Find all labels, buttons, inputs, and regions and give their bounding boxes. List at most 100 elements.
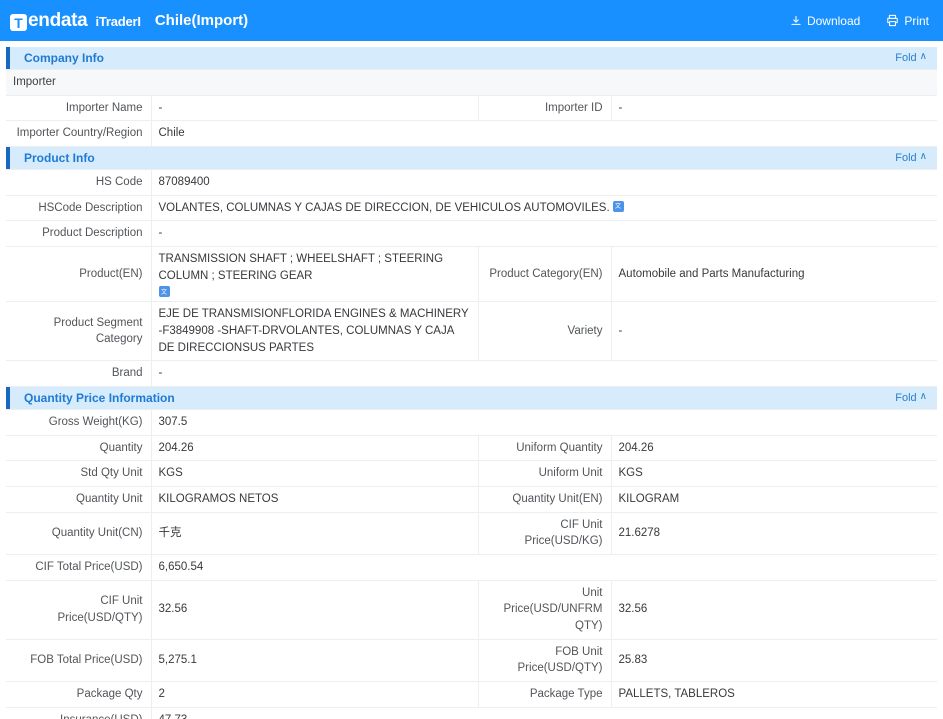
table-row: Quantity Unit KILOGRAMOS NETOS Quantity Un…	[6, 486, 938, 513]
field-label: Uniform Quantity	[478, 435, 612, 462]
download-button[interactable]: Download	[790, 14, 860, 28]
field-value-text: 25.83	[618, 654, 648, 667]
field-value-text: 2	[158, 688, 165, 701]
field-value: -	[151, 220, 937, 248]
field-value-text: -	[158, 101, 163, 114]
field-label: Package Type	[478, 681, 612, 708]
field-value: 千克	[151, 512, 479, 556]
field-label: Product Segment Category	[6, 301, 152, 362]
table-row: HSCode Description VOLANTES, COLUMNAS Y C…	[6, 195, 937, 222]
table-row: Std Qty Unit KGS Uniform Unit KGS	[6, 460, 938, 488]
field-value: 204.26	[151, 435, 479, 462]
field-value-text: EJE DE TRANSMISIONFLORIDA ENGINES & MACH…	[158, 308, 469, 354]
field-label: HS Code	[6, 169, 152, 196]
field-label: CIF Unit Price(USD/QTY)	[6, 580, 152, 640]
detail-page: Company Info Fold ∧ Importer Importer Name - I…	[0, 41, 943, 719]
field-value: 5,275.1	[151, 639, 479, 683]
field-value: -	[151, 360, 937, 388]
field-label: Uniform Unit	[478, 460, 612, 488]
field-label: HSCode Description	[6, 195, 152, 222]
section-company-info: Company Info Fold ∧ Importer Importer Name - I…	[6, 47, 938, 148]
field-value: KILOGRAMOS NETOS	[151, 486, 479, 513]
field-value: 87089400	[151, 169, 937, 196]
table-row: FOB Total Price(USD) 5,275.1 FOB Unit Pric…	[6, 639, 938, 683]
field-label: Importer ID	[478, 95, 612, 122]
brand-logo[interactable]: Tendata iTraderI	[10, 10, 141, 32]
field-value: 32.56	[151, 580, 479, 640]
field-value-text: 204.26	[618, 441, 654, 454]
field-value-text: 6,650.54	[158, 561, 204, 574]
table-row: Product(EN) TRANSMISSION SHAFT ; WHEELSHA…	[6, 246, 937, 303]
field-value-text: KGS	[158, 467, 183, 480]
field-label: FOB Unit Price(USD/QTY)	[478, 639, 612, 683]
field-label: Importer Country/Region	[6, 120, 152, 148]
translate-icon[interactable]	[158, 286, 170, 298]
field-label: FOB Total Price(USD)	[6, 639, 152, 683]
field-label: Product Category(EN)	[478, 246, 612, 303]
table-row: Brand -	[6, 360, 937, 388]
section-header-company-info: Company Info Fold ∧	[6, 47, 937, 69]
table-row: CIF Unit Price(USD/QTY) 32.56 Unit Price(U…	[6, 580, 938, 640]
print-label: Print	[904, 13, 929, 28]
info-table-product-info: HS Code 87089400 HSCode Description VOLANTE…	[6, 169, 937, 388]
field-value-text: 21.6278	[618, 527, 661, 540]
field-value-text: KILOGRAMOS NETOS	[158, 493, 279, 506]
field-value: 6,650.54	[151, 554, 938, 581]
field-value: 21.6278	[611, 512, 938, 556]
field-label: Quantity Unit	[6, 486, 152, 513]
field-value: 47.73	[151, 707, 938, 719]
field-value-text: 千克	[158, 527, 182, 540]
chevron-up-icon: ∧	[919, 51, 927, 62]
field-value-text: 204.26	[158, 441, 194, 454]
field-value-text: -	[618, 325, 623, 338]
section-header-quantity-price-information: Quantity Price Information Fold ∧	[6, 387, 937, 410]
field-value-text: -	[158, 227, 163, 240]
section-header-product-info: Product Info Fold ∧	[6, 147, 937, 170]
field-value: KILOGRAM	[611, 486, 938, 513]
field-label: Quantity	[6, 435, 152, 462]
fold-toggle-company-info[interactable]: Fold ∧	[895, 51, 927, 65]
chevron-up-icon: ∧	[919, 151, 927, 163]
field-value: KGS	[611, 460, 938, 488]
itrader-label: iTraderI	[95, 13, 141, 29]
field-label: CIF Total Price(USD)	[6, 554, 152, 581]
field-value[interactable]: TRANSMISSION SHAFT ; WHEELSHAFT ; STEERI…	[151, 246, 479, 303]
top-bar-actions: Download Print	[790, 14, 929, 28]
table-row: Gross Weight(KG) 307.5	[6, 409, 938, 436]
chevron-up-icon: ∧	[919, 391, 927, 403]
fold-toggle-quantity-price-information[interactable]: Fold ∧	[895, 391, 927, 405]
page-title: Chile(Import)	[154, 12, 249, 29]
section-quantity-price-information: Quantity Price Information Fold ∧ Gross Wei…	[6, 387, 938, 719]
subhead-label: Importer	[6, 69, 938, 96]
field-label: Product(EN)	[6, 246, 152, 303]
table-row: Quantity 204.26 Uniform Quantity 204.26	[6, 435, 938, 462]
field-label: Variety	[478, 301, 612, 362]
section-title: Company Info	[24, 51, 104, 65]
table-row: Insurance(USD) 47.73	[6, 707, 938, 719]
field-value: 204.26	[611, 435, 938, 462]
field-label: Std Qty Unit	[6, 460, 152, 488]
field-value-text: 32.56	[618, 603, 648, 616]
field-label: Gross Weight(KG)	[6, 409, 152, 436]
field-label: Importer Name	[6, 95, 152, 122]
table-row: Importer Country/Region Chile	[6, 120, 938, 148]
field-value: 32.56	[611, 580, 938, 640]
print-button[interactable]: Print	[886, 14, 929, 28]
fold-toggle-product-info[interactable]: Fold ∧	[895, 151, 927, 165]
field-label: Quantity Unit(CN)	[6, 512, 152, 556]
field-value: EJE DE TRANSMISIONFLORIDA ENGINES & MACH…	[151, 301, 479, 362]
field-value-text: 307.5	[158, 416, 188, 429]
fold-label: Fold	[895, 392, 917, 405]
download-icon	[790, 15, 802, 27]
section-product-info: Product Info Fold ∧ HS Code 87089400 HSCode D…	[6, 147, 937, 388]
download-label: Download	[806, 13, 861, 28]
field-value: -	[611, 301, 937, 362]
field-label: Product Description	[6, 220, 152, 248]
field-value-text: VOLANTES, COLUMNAS Y CAJAS DE DIRECCION,…	[158, 201, 610, 214]
translate-icon[interactable]	[612, 200, 624, 212]
table-row: CIF Total Price(USD) 6,650.54	[6, 554, 938, 581]
tendata-logo-text: endata	[28, 9, 88, 31]
field-value-text: 32.56	[158, 603, 188, 616]
field-value-text: KILOGRAM	[618, 493, 680, 506]
field-value: -	[611, 95, 938, 122]
